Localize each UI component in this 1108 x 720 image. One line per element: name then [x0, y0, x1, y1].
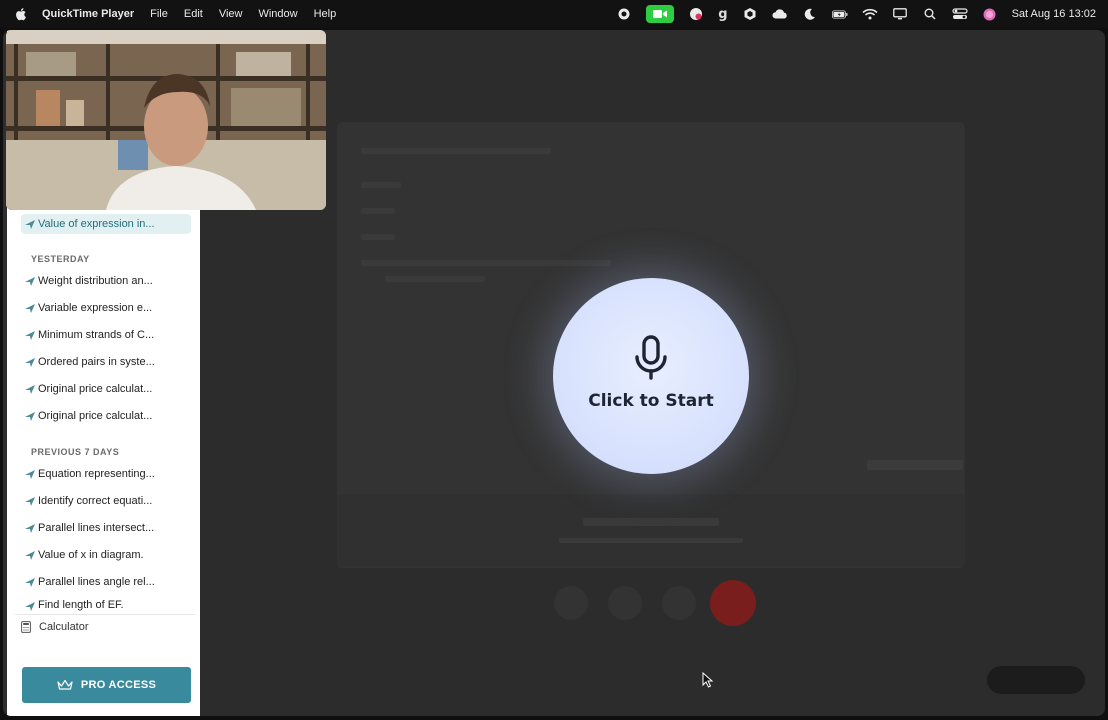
- battery-icon[interactable]: [831, 7, 848, 21]
- sidebar-item-label: Identify correct equati...: [38, 495, 153, 507]
- sidebar-item[interactable]: Original price calculat...: [21, 406, 191, 426]
- chat-bird-icon: [25, 550, 35, 560]
- status-area: g Sat Aug 16 13:02: [616, 0, 1096, 28]
- record-icon[interactable]: [616, 7, 632, 21]
- calculator-link[interactable]: Calculator: [21, 621, 89, 633]
- menu-window[interactable]: Window: [258, 8, 297, 20]
- choice-placeholder: [361, 260, 611, 266]
- menu-help[interactable]: Help: [314, 8, 337, 20]
- question-placeholder: [361, 148, 551, 154]
- sidebar-item-label: Original price calculat...: [38, 410, 153, 422]
- crown-icon: [57, 679, 73, 690]
- control-center-icon[interactable]: [951, 7, 968, 21]
- mouse-cursor: [702, 672, 714, 688]
- menu-view[interactable]: View: [219, 8, 243, 20]
- end-call-button[interactable]: [710, 580, 756, 626]
- chat-bird-icon: [25, 276, 35, 286]
- chat-bird-icon: [25, 469, 35, 479]
- cloud-icon[interactable]: [772, 7, 788, 21]
- chat-bird-icon: [25, 384, 35, 394]
- sidebar-item[interactable]: Ordered pairs in syste...: [21, 352, 191, 372]
- control-button[interactable]: [554, 586, 588, 620]
- click-to-start-button[interactable]: Click to Start: [553, 278, 749, 474]
- sidebar-item[interactable]: Equation representing...: [21, 464, 191, 484]
- sidebar-item-active[interactable]: Value of expression in...: [21, 214, 191, 234]
- sidebar-item-label: Parallel lines intersect...: [38, 522, 155, 534]
- brand-placeholder: [867, 460, 963, 470]
- chat-bird-icon: [25, 303, 35, 313]
- sidebar-item[interactable]: Minimum strands of C...: [21, 325, 191, 345]
- sidebar-item-label: Parallel lines angle rel...: [38, 576, 155, 588]
- webcam-video-image: [6, 30, 326, 210]
- sidebar-item[interactable]: Find length of EF.: [21, 599, 191, 613]
- sidebar-divider: [15, 614, 195, 615]
- wifi-icon[interactable]: [862, 7, 878, 21]
- moon-icon[interactable]: [802, 7, 818, 21]
- click-to-start-label: Click to Start: [588, 391, 714, 411]
- sidebar-item-label: Weight distribution an...: [38, 275, 153, 287]
- facetime-icon[interactable]: [646, 5, 675, 23]
- sidebar-item[interactable]: Weight distribution an...: [21, 271, 191, 291]
- menu-bar: QuickTime Player File Edit View Window H…: [0, 0, 1108, 28]
- control-button[interactable]: [608, 586, 642, 620]
- sidebar-item-label: Minimum strands of C...: [38, 329, 155, 341]
- chat-bird-icon: [25, 357, 35, 367]
- sidebar-item-label: Value of x in diagram.: [38, 549, 144, 561]
- extension-icon[interactable]: [688, 7, 704, 21]
- search-icon[interactable]: [922, 7, 938, 21]
- siri-icon[interactable]: [982, 7, 998, 21]
- sidebar-item[interactable]: Variable expression e...: [21, 298, 191, 318]
- section-previous-7-days: PREVIOUS 7 DAYS: [31, 447, 120, 457]
- sidebar-item[interactable]: Identify correct equati...: [21, 491, 191, 511]
- menu-edit[interactable]: Edit: [184, 8, 203, 20]
- chat-bird-icon: [25, 602, 35, 611]
- g-icon[interactable]: g: [718, 7, 727, 22]
- sidebar-item-label: Equation representing...: [38, 468, 155, 480]
- conversation-subtitle-placeholder: [559, 538, 743, 543]
- app-menu[interactable]: QuickTime Player: [42, 8, 134, 20]
- chat-bird-icon: [25, 523, 35, 533]
- calculator-label: Calculator: [39, 621, 89, 633]
- sidebar-item-label: Ordered pairs in syste...: [38, 356, 155, 368]
- sidebar-item-label: Variable expression e...: [38, 302, 153, 314]
- apple-icon[interactable]: [14, 7, 28, 21]
- sidebar-item[interactable]: Parallel lines intersect...: [21, 518, 191, 538]
- chat-bird-icon: [25, 577, 35, 587]
- chat-bird-icon: [25, 496, 35, 506]
- section-yesterday: YESTERDAY: [31, 254, 90, 264]
- choice-placeholder: [361, 182, 401, 188]
- choice-placeholder: [361, 234, 395, 240]
- conversation-title-placeholder: [583, 518, 719, 526]
- menu-clock[interactable]: Sat Aug 16 13:02: [1012, 8, 1096, 20]
- sidebar-item-label: Find length of EF.: [38, 599, 124, 611]
- menu-file[interactable]: File: [150, 8, 168, 20]
- hex-icon[interactable]: [742, 7, 758, 21]
- choice-placeholder: [361, 208, 395, 214]
- sidebar-item[interactable]: Parallel lines angle rel...: [21, 572, 191, 592]
- sidebar-item[interactable]: Original price calculat...: [21, 379, 191, 399]
- chat-bird-icon: [25, 219, 35, 229]
- conversation-box: [337, 494, 965, 566]
- pro-access-button[interactable]: PRO ACCESS: [22, 667, 191, 703]
- calculator-icon: [21, 621, 31, 633]
- sidebar-item-label: Value of expression in...: [38, 218, 155, 230]
- webcam-preview[interactable]: [6, 30, 326, 210]
- feedback-button[interactable]: [987, 666, 1085, 694]
- microphone-icon: [635, 335, 667, 380]
- display-icon[interactable]: [892, 7, 908, 21]
- sidebar-item[interactable]: Value of x in diagram.: [21, 545, 191, 565]
- control-button[interactable]: [662, 586, 696, 620]
- sidebar-item-label: Original price calculat...: [38, 383, 153, 395]
- choice-placeholder: [385, 276, 485, 282]
- chat-bird-icon: [25, 330, 35, 340]
- chat-bird-icon: [25, 411, 35, 421]
- pro-access-label: PRO ACCESS: [80, 679, 157, 691]
